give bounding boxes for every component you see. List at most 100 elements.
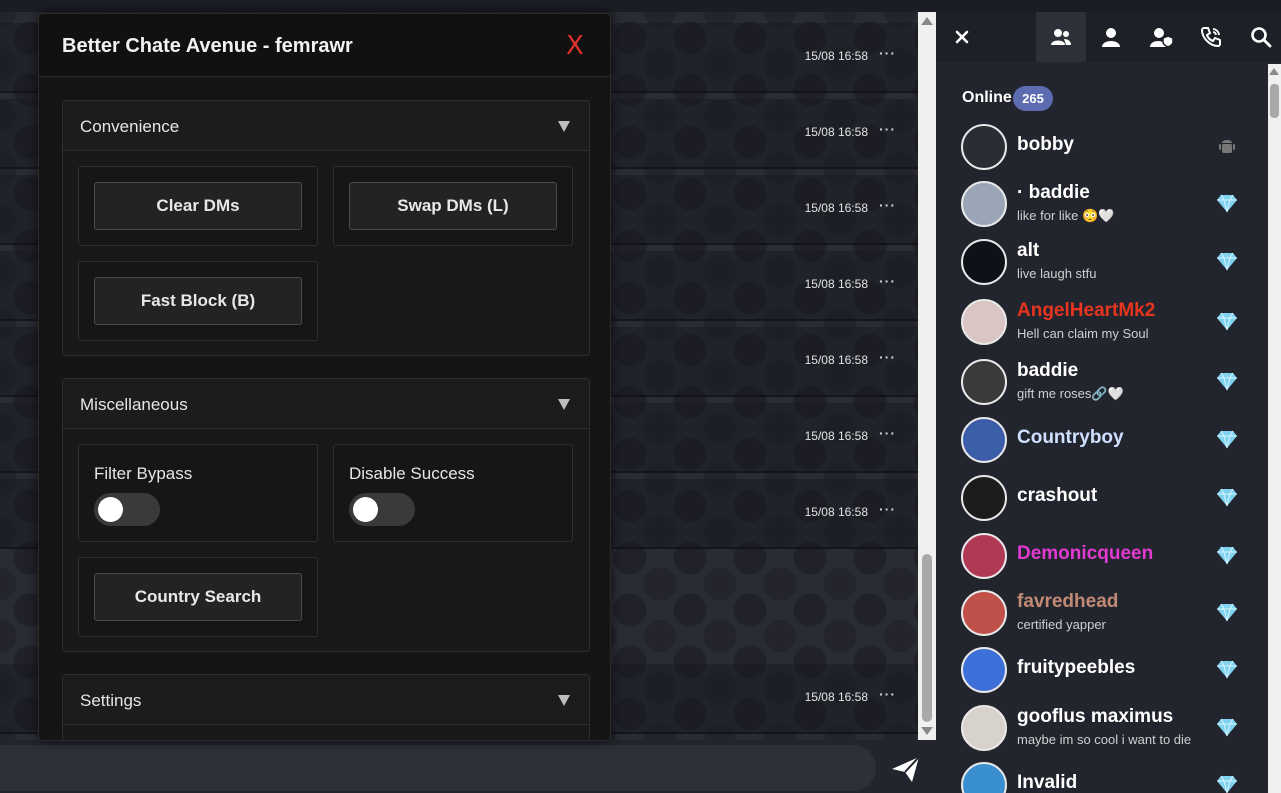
username[interactable]: baddie xyxy=(1017,360,1078,382)
toggle-knob xyxy=(98,497,123,522)
user-list-item[interactable]: bobby xyxy=(936,120,1266,176)
avatar[interactable] xyxy=(961,181,1007,227)
user-mood: certified yapper xyxy=(1017,617,1106,632)
user-icon[interactable] xyxy=(1086,12,1136,62)
username[interactable]: · baddie xyxy=(1017,182,1090,204)
scroll-up-arrow-icon[interactable] xyxy=(1269,68,1279,75)
username[interactable]: AngelHeartMk2 xyxy=(1017,300,1155,322)
section-title: Convenience xyxy=(80,117,180,136)
diamond-icon xyxy=(1216,659,1238,679)
scrollbar-thumb[interactable] xyxy=(1270,84,1279,118)
card-clear-dms: Clear DMs xyxy=(78,166,318,246)
disable-success-toggle[interactable] xyxy=(349,493,415,526)
android-icon xyxy=(1216,136,1238,156)
avatar[interactable] xyxy=(961,475,1007,521)
user-list-item[interactable]: AngelHeartMk2 Hell can claim my Soul xyxy=(936,295,1266,351)
avatar[interactable] xyxy=(961,647,1007,693)
message-more-icon[interactable]: ··· xyxy=(879,273,896,289)
section-convenience: Convenience Clear DMs Swap DMs (L) Fast … xyxy=(62,100,590,356)
message-more-icon[interactable]: ··· xyxy=(879,45,896,61)
avatar[interactable] xyxy=(961,359,1007,405)
user-mood: like for like 😳🤍 xyxy=(1017,208,1115,223)
fast-block-button[interactable]: Fast Block (B) xyxy=(94,277,302,325)
panel-close-button[interactable]: X xyxy=(566,31,584,61)
username[interactable]: crashout xyxy=(1017,485,1097,507)
avatar[interactable] xyxy=(961,762,1007,793)
avatar[interactable] xyxy=(961,533,1007,579)
username[interactable]: Invalid xyxy=(1017,772,1077,793)
user-list-item[interactable]: Invalid xyxy=(936,758,1266,793)
scrollbar-thumb[interactable] xyxy=(922,554,932,722)
section-header-miscellaneous[interactable]: Miscellaneous xyxy=(63,379,589,429)
message-more-icon[interactable]: ··· xyxy=(879,501,896,517)
avatar[interactable] xyxy=(961,239,1007,285)
username[interactable]: alt xyxy=(1017,240,1039,262)
card-country-search: Country Search xyxy=(78,557,318,637)
message-more-icon[interactable]: ··· xyxy=(879,425,896,441)
message-timestamp: 15/08 16:58 xyxy=(804,49,868,63)
card-swap-dms: Swap DMs (L) xyxy=(333,166,573,246)
caret-down-icon[interactable] xyxy=(558,695,570,706)
user-list-item[interactable]: gooflus maximus maybe im so cool i want t… xyxy=(936,701,1266,757)
user-sidebar: Online 265 bobby · baddie like for like 😳🤍… xyxy=(936,12,1281,793)
avatar[interactable] xyxy=(961,417,1007,463)
phone-icon[interactable] xyxy=(1186,12,1236,62)
user-shield-icon[interactable] xyxy=(1136,12,1186,62)
diamond-icon xyxy=(1216,371,1238,391)
message-timestamp: 15/08 16:58 xyxy=(804,125,868,139)
section-settings: Settings xyxy=(62,674,590,740)
user-list-item[interactable]: baddie gift me roses🔗🤍 xyxy=(936,355,1266,411)
username[interactable]: bobby xyxy=(1017,134,1074,156)
section-header-settings[interactable]: Settings xyxy=(63,675,589,725)
close-icon[interactable] xyxy=(937,12,987,62)
chat-message-input[interactable] xyxy=(0,745,876,791)
filter-bypass-label: Filter Bypass xyxy=(94,464,193,483)
message-more-icon[interactable]: ··· xyxy=(879,686,896,702)
panel-header: Better Chate Avenue - femrawr X xyxy=(39,14,610,77)
message-more-icon[interactable]: ··· xyxy=(879,197,896,213)
caret-down-icon[interactable] xyxy=(558,121,570,132)
diamond-icon xyxy=(1216,193,1238,213)
send-icon[interactable] xyxy=(888,753,924,785)
online-label: Online xyxy=(962,89,1012,106)
username[interactable]: Countryboy xyxy=(1017,427,1124,449)
user-list-item[interactable]: Countryboy xyxy=(936,413,1266,469)
username[interactable]: fruitypeebles xyxy=(1017,657,1135,679)
card-disable-success: Disable Success xyxy=(333,444,573,542)
message-more-icon[interactable]: ··· xyxy=(879,121,896,137)
username[interactable]: favredhead xyxy=(1017,591,1118,613)
user-list-item[interactable]: · baddie like for like 😳🤍 xyxy=(936,177,1266,233)
username[interactable]: gooflus maximus xyxy=(1017,706,1173,728)
user-list-item[interactable]: crashout xyxy=(936,471,1266,527)
sidebar-scrollbar[interactable] xyxy=(1268,64,1281,793)
user-list-item[interactable]: fruitypeebles xyxy=(936,643,1266,699)
users-icon[interactable] xyxy=(1036,12,1086,62)
chat-scrollbar[interactable] xyxy=(918,12,936,740)
avatar[interactable] xyxy=(961,705,1007,751)
avatar[interactable] xyxy=(961,299,1007,345)
message-timestamp: 15/08 16:58 xyxy=(804,690,868,704)
country-search-button[interactable]: Country Search xyxy=(94,573,302,621)
caret-down-icon[interactable] xyxy=(558,399,570,410)
user-list-item[interactable]: Demonicqueen xyxy=(936,529,1266,585)
search-icon[interactable] xyxy=(1236,12,1281,62)
scroll-up-arrow-icon[interactable] xyxy=(921,17,933,25)
section-header-convenience[interactable]: Convenience xyxy=(63,101,589,151)
diamond-icon xyxy=(1216,774,1238,793)
filter-bypass-toggle[interactable] xyxy=(94,493,160,526)
disable-success-label: Disable Success xyxy=(349,464,475,483)
message-timestamp: 15/08 16:58 xyxy=(804,429,868,443)
diamond-icon xyxy=(1216,545,1238,565)
avatar[interactable] xyxy=(961,124,1007,170)
scroll-down-arrow-icon[interactable] xyxy=(921,727,933,735)
user-list-item[interactable]: alt live laugh stfu xyxy=(936,235,1266,291)
avatar[interactable] xyxy=(961,590,1007,636)
clear-dms-button[interactable]: Clear DMs xyxy=(94,182,302,230)
diamond-icon xyxy=(1216,429,1238,449)
user-list-item[interactable]: favredhead certified yapper xyxy=(936,586,1266,642)
message-more-icon[interactable]: ··· xyxy=(879,349,896,365)
swap-dms-button[interactable]: Swap DMs (L) xyxy=(349,182,557,230)
section-title: Miscellaneous xyxy=(80,395,188,414)
sidebar-toolbar xyxy=(936,12,1281,62)
username[interactable]: Demonicqueen xyxy=(1017,543,1153,565)
